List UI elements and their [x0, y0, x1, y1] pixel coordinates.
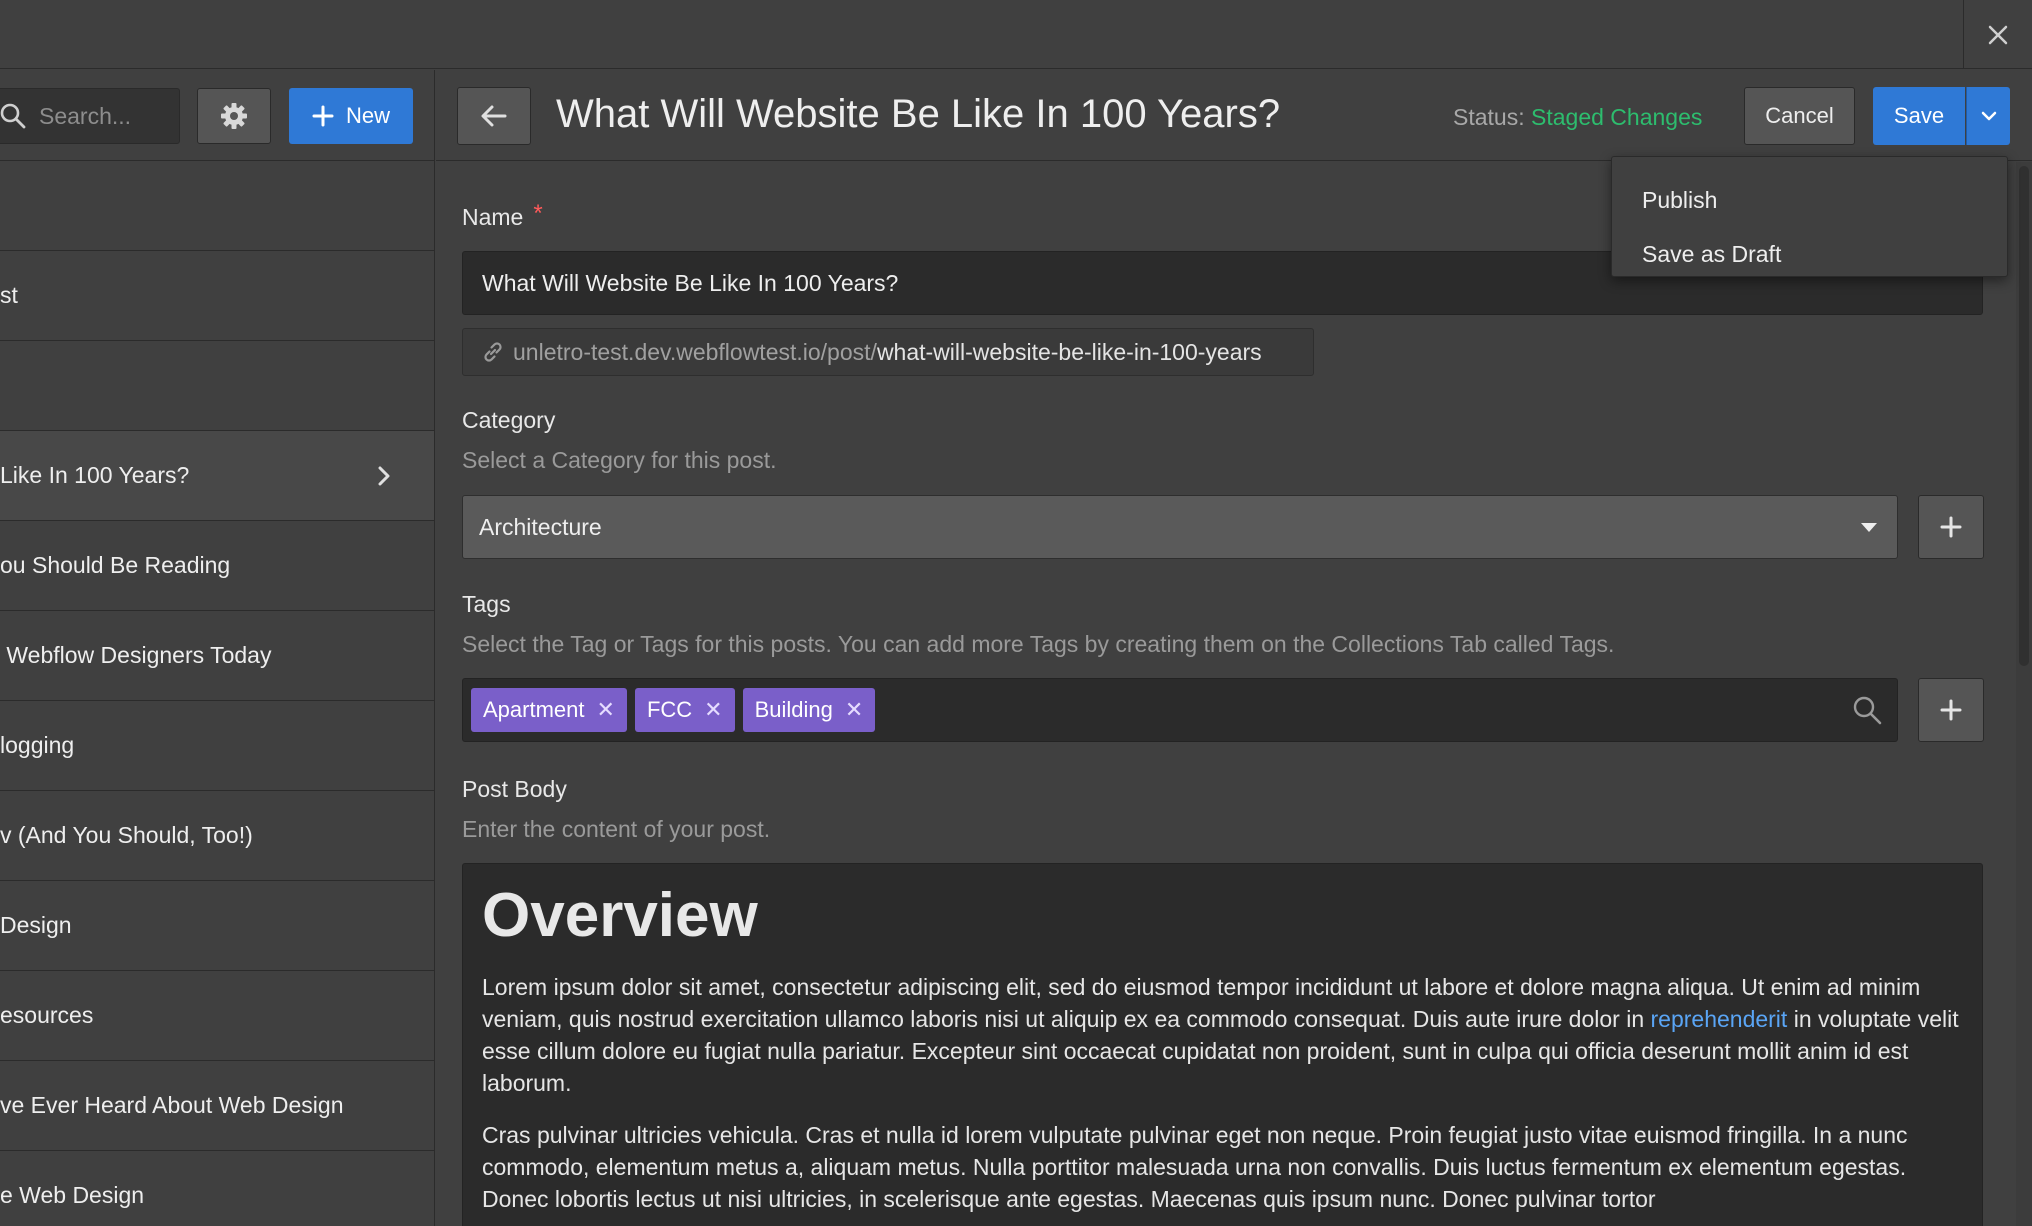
tag-chip: Apartment ✕: [471, 688, 627, 732]
arrow-left-icon: [481, 105, 507, 127]
category-label: Category: [462, 407, 556, 433]
list-item-label: esources: [0, 1002, 94, 1028]
tag-chip: Building ✕: [742, 688, 876, 732]
list-item[interactable]: Design: [0, 881, 434, 971]
list-item[interactable]: st: [0, 251, 434, 341]
post-body-label: Post Body: [462, 776, 567, 802]
category-help: Select a Category for this post.: [462, 447, 777, 473]
list-item-label: ve Ever Heard About Web Design: [0, 1092, 344, 1118]
list-item-label: st: [0, 282, 18, 308]
body-paragraph: Lorem ipsum dolor sit amet, consectetur …: [482, 971, 1963, 1099]
tag-label: FCC: [646, 697, 693, 722]
category-value: Architecture: [479, 513, 602, 540]
name-label: Name *: [462, 200, 543, 232]
editor-header: What Will Website Be Like In 100 Years? …: [436, 70, 2032, 161]
item-form: Name * What Will Website Be Like In 100 Y…: [436, 162, 2032, 1226]
list-item[interactable]: ou Should Be Reading: [0, 521, 434, 611]
tags-field[interactable]: Apartment ✕ FCC ✕ Building ✕: [462, 678, 1898, 742]
scrollbar[interactable]: [2016, 162, 2032, 1226]
link-icon: [484, 342, 502, 362]
tag-label: Building: [754, 697, 833, 722]
search-icon: [0, 103, 26, 129]
list-item-label: Design: [0, 912, 72, 938]
name-label-text: Name: [462, 204, 524, 230]
add-category-button[interactable]: [1918, 495, 1984, 559]
settings-button[interactable]: [197, 88, 271, 144]
page-title: What Will Website Be Like In 100 Years?: [556, 92, 1281, 136]
status-label: Status:: [1453, 104, 1525, 130]
status-value: Staged Changes: [1531, 104, 1703, 130]
search-icon[interactable]: [1851, 694, 1883, 726]
back-button[interactable]: [457, 87, 531, 145]
new-button-label: New: [345, 103, 390, 128]
collection-item-list: st Like In 100 Years? ou Should Be Readi…: [0, 161, 434, 1226]
add-tag-button[interactable]: [1918, 678, 1984, 742]
post-body-help: Enter the content of your post.: [462, 816, 771, 842]
list-item-label: Webflow Designers Today: [0, 642, 272, 668]
scrollbar-thumb[interactable]: [2019, 166, 2029, 666]
caret-down-icon: [1861, 523, 1877, 532]
tag-remove-icon[interactable]: ✕: [845, 697, 863, 723]
tags-label: Tags: [462, 591, 511, 617]
body-heading: Overview: [482, 881, 758, 950]
menu-item-save-as-draft[interactable]: Save as Draft: [1612, 227, 2007, 281]
rich-text-editor[interactable]: Overview Lorem ipsum dolor sit amet, con…: [462, 863, 1983, 1226]
chevron-down-icon: [1981, 111, 1996, 121]
list-item-label: logging: [0, 732, 75, 758]
close-icon: [1988, 25, 2008, 44]
body-paragraph: Cras pulvinar ultricies vehicula. Cras e…: [482, 1122, 1908, 1212]
save-options-toggle[interactable]: [1966, 87, 2010, 145]
list-item-label: e Web Design: [0, 1182, 145, 1208]
required-mark: *: [533, 200, 543, 227]
tag-remove-icon[interactable]: ✕: [704, 697, 722, 723]
save-button[interactable]: Save: [1873, 87, 1965, 145]
sidebar-toolbar: New: [0, 70, 434, 161]
slug-link[interactable]: unletro-test.dev.webflowtest.io/post/wha…: [462, 328, 1314, 376]
list-item[interactable]: Webflow Designers Today: [0, 611, 434, 701]
list-item[interactable]: [0, 161, 434, 251]
body-link[interactable]: reprehenderit: [1651, 1006, 1788, 1032]
tag-chip: FCC ✕: [634, 688, 735, 732]
close-button[interactable]: [1963, 0, 2032, 69]
list-item-selected[interactable]: Like In 100 Years?: [0, 431, 434, 521]
slug-base: unletro-test.dev.webflowtest.io/post/: [513, 338, 877, 365]
tags-help: Select the Tag or Tags for this posts. Y…: [462, 631, 1615, 657]
chevron-right-icon: [378, 466, 390, 485]
status-indicator: Status: Staged Changes: [1453, 104, 1702, 131]
tag-remove-icon[interactable]: ✕: [597, 697, 615, 723]
list-item-label: Like In 100 Years?: [0, 462, 190, 488]
menu-item-publish[interactable]: Publish: [1612, 173, 2007, 227]
list-item[interactable]: e Web Design: [0, 1151, 434, 1226]
list-item[interactable]: v (And You Should, Too!): [0, 791, 434, 881]
list-item[interactable]: [0, 341, 434, 431]
plus-icon: [1940, 699, 1962, 721]
category-select[interactable]: Architecture: [462, 495, 1898, 559]
list-item[interactable]: esources: [0, 971, 434, 1061]
list-item-label: v (And You Should, Too!): [0, 822, 253, 848]
plus-icon: [312, 105, 334, 127]
list-item[interactable]: ve Ever Heard About Web Design: [0, 1061, 434, 1151]
search-input[interactable]: [39, 102, 169, 130]
top-bar: [0, 0, 2032, 69]
save-options-menu: Publish Save as Draft: [1611, 156, 2008, 277]
list-item-label: ou Should Be Reading: [0, 552, 231, 578]
cancel-button[interactable]: Cancel: [1744, 87, 1855, 145]
new-item-button[interactable]: New: [289, 88, 413, 144]
tag-label: Apartment: [483, 697, 585, 722]
plus-icon: [1940, 516, 1962, 538]
sidebar: New st Like In 100 Years? ou Should Be R…: [0, 70, 435, 1226]
list-item[interactable]: logging: [0, 701, 434, 791]
slug-path: what-will-website-be-like-in-100-years: [876, 338, 1262, 365]
gear-icon: [221, 103, 247, 129]
search-box[interactable]: [0, 88, 180, 144]
